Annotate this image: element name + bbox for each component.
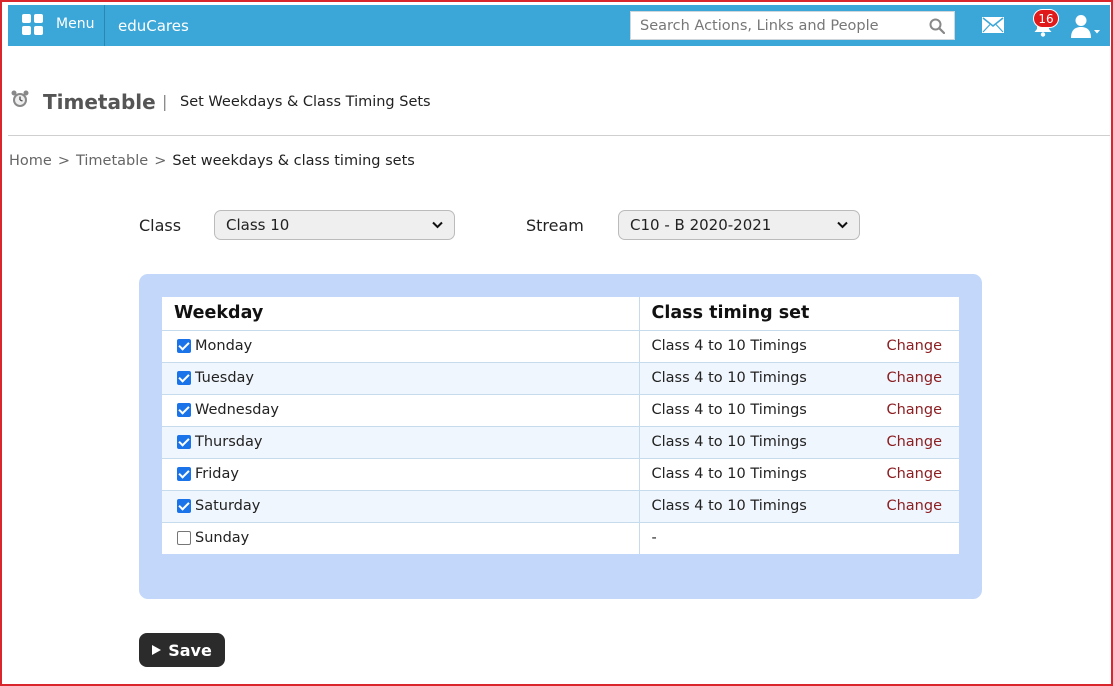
stream-select-value: C10 - B 2020-2021	[630, 216, 772, 234]
alarm-clock-icon	[11, 90, 29, 107]
menu-label: Menu	[56, 16, 95, 32]
weekday-checkbox[interactable]	[177, 435, 191, 449]
breadcrumb-home[interactable]: Home	[9, 153, 52, 169]
table-header-row: Weekday Class timing set	[162, 297, 959, 331]
notification-count-badge[interactable]: 16	[1033, 9, 1059, 28]
page-title: Timetable	[43, 90, 156, 114]
timing-set-name: Class 4 to 10 Timings	[651, 498, 807, 514]
breadcrumb-timetable[interactable]: Timetable	[76, 153, 148, 169]
weekday-column-header: Weekday	[162, 297, 640, 331]
grid-icon	[22, 14, 44, 36]
save-button-label: Save	[168, 640, 212, 660]
weekday-checkbox[interactable]	[177, 371, 191, 385]
weekday-checkbox-label[interactable]: Sunday	[177, 530, 639, 546]
change-timing-link[interactable]: Change	[886, 466, 942, 482]
weekday-name: Sunday	[195, 530, 250, 547]
weekday-cell: Thursday	[162, 425, 640, 458]
timing-cell: Class 4 to 10 Timings Change	[639, 457, 959, 490]
breadcrumb-separator: >	[57, 153, 70, 169]
timing-column-header: Class timing set	[639, 297, 959, 331]
weekday-cell: Friday	[162, 457, 640, 490]
menu-button[interactable]: Menu	[12, 5, 104, 46]
timing-set-name: Class 4 to 10 Timings	[651, 338, 807, 354]
title-separator: |	[162, 92, 168, 111]
weekday-checkbox-label[interactable]: Tuesday	[177, 370, 639, 386]
change-timing-link[interactable]: Change	[886, 338, 942, 354]
weekday-name: Tuesday	[195, 370, 254, 386]
timing-cell: Class 4 to 10 Timings Change	[639, 361, 959, 394]
table-row: Sunday -	[162, 521, 959, 554]
change-timing-link[interactable]: Change	[886, 434, 942, 450]
weekday-name: Wednesday	[195, 402, 279, 418]
brand-name[interactable]: eduCares	[118, 17, 189, 35]
top-navigation-bar: Menu eduCares 16	[8, 5, 1110, 46]
timing-set-name: Class 4 to 10 Timings	[651, 402, 807, 418]
breadcrumb: Home > Timetable > Set weekdays & class timi…	[9, 153, 415, 169]
chevron-down-icon	[432, 221, 443, 229]
change-timing-link[interactable]: Change	[886, 402, 942, 418]
change-timing-link[interactable]: Change	[886, 370, 942, 386]
class-label: Class	[139, 216, 182, 235]
weekday-checkbox[interactable]	[177, 531, 191, 546]
weekday-cell: Monday	[162, 329, 640, 362]
stream-label: Stream	[526, 216, 584, 235]
table-row: Monday Class 4 to 10 Timings Change	[162, 329, 959, 362]
timing-cell: Class 4 to 10 Timings Change	[639, 393, 959, 426]
weekday-checkbox[interactable]	[177, 339, 191, 353]
weekday-name: Thursday	[195, 434, 263, 450]
timing-cell: Class 4 to 10 Timings Change	[639, 329, 959, 362]
search-input[interactable]	[631, 12, 921, 39]
chevron-down-icon	[837, 221, 848, 229]
play-icon	[152, 645, 162, 655]
timing-set-name: -	[651, 530, 657, 547]
stream-select[interactable]: C10 - B 2020-2021	[618, 210, 860, 240]
mail-icon[interactable]	[982, 17, 1004, 33]
weekday-checkbox-label[interactable]: Friday	[177, 466, 639, 482]
change-timing-link[interactable]: Change	[886, 498, 942, 514]
weekday-name: Saturday	[195, 498, 261, 514]
breadcrumb-separator: >	[154, 153, 167, 169]
timing-set-name: Class 4 to 10 Timings	[651, 370, 807, 386]
weekday-cell: Tuesday	[162, 361, 640, 394]
weekday-checkbox[interactable]	[177, 499, 191, 513]
class-select[interactable]: Class 10	[214, 210, 455, 240]
page-subtitle: Set Weekdays & Class Timing Sets	[180, 94, 431, 110]
search-box	[630, 11, 955, 40]
weekday-name: Monday	[195, 338, 253, 354]
table-row: Thursday Class 4 to 10 Timings Change	[162, 425, 959, 458]
weekday-checkbox-label[interactable]: Thursday	[177, 434, 639, 450]
menu-divider	[104, 5, 105, 46]
weekday-checkbox-label[interactable]: Wednesday	[177, 402, 639, 418]
table-row: Friday Class 4 to 10 Timings Change	[162, 457, 959, 490]
table-row: Wednesday Class 4 to 10 Timings Change	[162, 393, 959, 426]
class-select-value: Class 10	[226, 216, 290, 234]
header-divider	[8, 135, 1110, 136]
breadcrumb-current: Set weekdays & class timing sets	[172, 153, 415, 169]
weekday-cell: Wednesday	[162, 393, 640, 426]
weekday-checkbox[interactable]	[177, 467, 191, 481]
weekday-cell: Sunday	[162, 521, 640, 554]
weekday-checkbox-label[interactable]: Monday	[177, 338, 639, 354]
timing-cell: Class 4 to 10 Timings Change	[639, 489, 959, 522]
weekday-cell: Saturday	[162, 489, 640, 522]
timing-set-name: Class 4 to 10 Timings	[651, 466, 807, 482]
weekday-table: Weekday Class timing set Monday Class 4 t…	[162, 297, 959, 554]
timing-cell: Class 4 to 10 Timings Change	[639, 425, 959, 458]
table-row: Saturday Class 4 to 10 Timings Change	[162, 489, 959, 522]
weekday-name: Friday	[195, 466, 239, 482]
timing-set-name: Class 4 to 10 Timings	[651, 434, 807, 450]
weekday-checkbox-label[interactable]: Saturday	[177, 498, 639, 514]
timing-cell: -	[639, 521, 959, 554]
weekday-checkbox[interactable]	[177, 403, 191, 417]
table-row: Tuesday Class 4 to 10 Timings Change	[162, 361, 959, 394]
save-button[interactable]: Save	[139, 633, 225, 667]
search-icon[interactable]	[929, 18, 945, 34]
user-icon[interactable]	[1070, 13, 1102, 39]
